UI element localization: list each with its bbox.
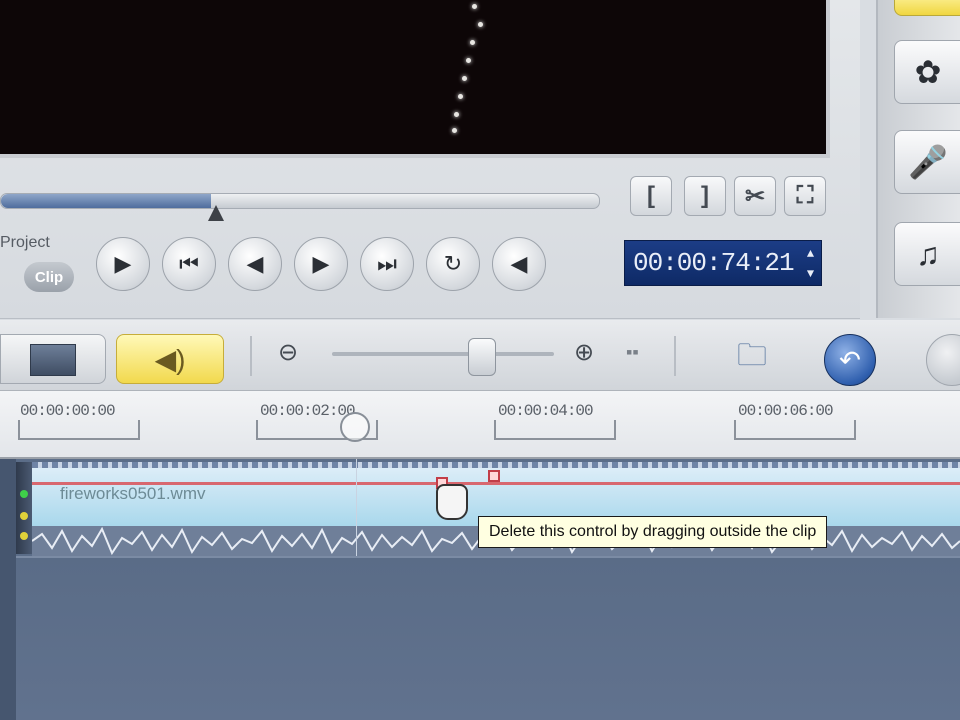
microphone-icon: 🎤 bbox=[908, 144, 948, 180]
mark-out-icon: ] bbox=[701, 182, 709, 209]
ruler-label: 00:00:06:00 bbox=[738, 402, 834, 420]
toolbar-divider bbox=[674, 336, 676, 376]
previous-frame-icon: ◀ bbox=[246, 251, 264, 276]
clip-name-label: fireworks0501.wmv bbox=[60, 484, 206, 503]
next-frame-button[interactable]: ▶ bbox=[294, 237, 348, 291]
mark-out-button[interactable]: ] bbox=[684, 176, 726, 216]
spin-up-icon[interactable]: ▲ bbox=[807, 247, 814, 261]
music-note-icon: ♫ bbox=[916, 235, 940, 272]
home-button[interactable]: ⏮ bbox=[162, 237, 216, 291]
toolbar-divider bbox=[250, 336, 252, 376]
hand-cursor-icon bbox=[436, 484, 468, 520]
track-divider bbox=[16, 556, 960, 558]
spin-down-icon[interactable]: ▼ bbox=[807, 267, 814, 281]
fit-project-icon[interactable]: ▪▪ bbox=[626, 342, 639, 363]
track-gutter bbox=[0, 459, 16, 720]
undo-arrow-icon: ↶ bbox=[839, 344, 861, 375]
zoom-out-icon[interactable]: ⊖ bbox=[278, 338, 298, 367]
video-library-button[interactable]: ✿ bbox=[894, 40, 960, 104]
home-icon: ⏮ bbox=[179, 251, 199, 276]
ruler-tick bbox=[494, 420, 616, 440]
track-header bbox=[16, 462, 32, 554]
previous-frame-button[interactable]: ◀ bbox=[228, 237, 282, 291]
ruler-label: 00:00:00:00 bbox=[20, 402, 116, 420]
side-tab-active[interactable] bbox=[894, 0, 960, 16]
mark-in-button[interactable]: [ bbox=[630, 176, 672, 216]
record-capture-button[interactable]: ↶ bbox=[824, 334, 876, 386]
track-enable-indicator[interactable] bbox=[20, 490, 28, 498]
empty-track-area[interactable] bbox=[16, 556, 960, 720]
zoom-slider-thumb[interactable] bbox=[468, 338, 496, 376]
enlarge-preview-button[interactable]: ⛶ bbox=[784, 176, 826, 216]
zoom-in-icon[interactable]: ⊕ bbox=[574, 338, 594, 367]
repeat-icon: ↻ bbox=[443, 251, 463, 276]
zoom-slider-track[interactable] bbox=[332, 352, 554, 356]
scrubber-progress-fill bbox=[1, 194, 211, 208]
voiceover-button[interactable]: 🎤 bbox=[894, 130, 960, 194]
timeline-view-icon bbox=[30, 344, 76, 376]
end-button[interactable]: ⏭ bbox=[360, 237, 414, 291]
clip-mode-toggle[interactable]: Clip bbox=[24, 262, 74, 292]
play-button[interactable]: ▶ bbox=[96, 237, 150, 291]
ruler-label: 00:00:02:00 bbox=[260, 402, 356, 420]
mark-in-icon: [ bbox=[647, 182, 655, 209]
timecode-value: 00:00:74:21 bbox=[633, 248, 795, 278]
timecode-display[interactable]: 00:00:74:21 ▲ ▼ bbox=[624, 240, 822, 286]
ruler-tick bbox=[18, 420, 140, 440]
repeat-button[interactable]: ↻ bbox=[426, 237, 480, 291]
volume-control-point[interactable] bbox=[488, 470, 500, 482]
split-clip-button[interactable]: ✂ bbox=[734, 176, 776, 216]
insert-media-button[interactable]: 🗀 bbox=[728, 336, 776, 380]
playhead-marker[interactable] bbox=[340, 412, 370, 442]
audio-view-button[interactable]: ◀) bbox=[116, 334, 224, 384]
scissors-icon: ✂ bbox=[744, 182, 766, 210]
film-reel-icon: ✿ bbox=[914, 54, 942, 90]
folder-icon: 🗀 bbox=[737, 338, 767, 372]
ruler-label: 00:00:04:00 bbox=[498, 402, 594, 420]
end-icon: ⏭ bbox=[377, 251, 397, 276]
scrubber-handle[interactable] bbox=[208, 205, 224, 221]
volume-icon: ◀ bbox=[510, 251, 528, 276]
track-solo-indicator[interactable] bbox=[20, 532, 28, 540]
ruler-tick bbox=[734, 420, 856, 440]
track-lock-indicator[interactable] bbox=[20, 512, 28, 520]
tooltip: Delete this control by dragging outside … bbox=[478, 516, 828, 548]
next-frame-icon: ▶ bbox=[312, 251, 330, 276]
speaker-icon: ◀) bbox=[154, 343, 186, 375]
enlarge-icon: ⛶ bbox=[796, 182, 814, 209]
music-button[interactable]: ♫ bbox=[894, 222, 960, 286]
video-preview-screen bbox=[0, 0, 830, 158]
system-volume-button[interactable]: ◀ bbox=[492, 237, 546, 291]
project-mode-label[interactable]: Project bbox=[0, 234, 50, 252]
timecode-spinner[interactable]: ▲ ▼ bbox=[803, 247, 817, 281]
preview-scrubber[interactable] bbox=[0, 193, 600, 209]
play-icon: ▶ bbox=[114, 251, 132, 276]
